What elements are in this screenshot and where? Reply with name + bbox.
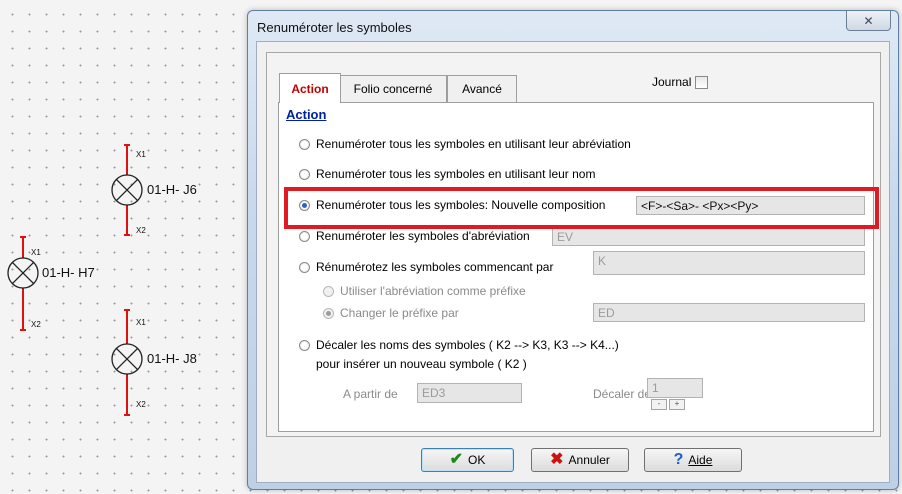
- dialog-title: Renuméroter les symboles: [257, 20, 412, 35]
- pin-label-x2: X2: [136, 400, 146, 409]
- shift-names-subtext: pour insérer un nouveau symbole ( K2 ): [316, 357, 527, 371]
- tab-avance-label: Avancé: [462, 82, 502, 96]
- suboption-label: Changer le préfixe par: [340, 306, 459, 320]
- symbol-label-h7: 01-H- H7: [41, 265, 96, 280]
- help-button-label: Aide: [688, 453, 713, 467]
- section-title-action: Action: [286, 107, 327, 122]
- radio-button[interactable]: [299, 230, 310, 242]
- pin-label-x2: X2: [136, 226, 146, 235]
- highlight-box: [284, 187, 879, 229]
- action-tab-page: Action Renuméroter tous les symboles en …: [278, 102, 874, 432]
- abbreviation-field[interactable]: EV: [552, 227, 865, 246]
- option-label: Décaler les noms des symboles ( K2 --> K…: [316, 338, 619, 352]
- pin-label-x1: X1: [31, 248, 41, 257]
- from-field[interactable]: ED3: [417, 383, 522, 403]
- option-renumber-abbrev-symbols[interactable]: Renuméroter les symboles d'abréviation: [299, 229, 530, 243]
- tab-folio-concerne[interactable]: Folio concerné: [339, 75, 447, 102]
- ok-button-label: OK: [468, 453, 486, 467]
- from-label: A partir de: [343, 387, 398, 401]
- radio-button[interactable]: [299, 138, 310, 150]
- option-label: Renuméroter tous les symboles en utilisa…: [316, 167, 596, 181]
- cancel-button[interactable]: ✖ Annuler: [531, 448, 629, 472]
- dialog-titlebar[interactable]: Renuméroter les symboles ✕: [248, 11, 898, 41]
- shift-label: Décaler de:: [593, 387, 655, 401]
- x-icon: ✖: [550, 451, 564, 468]
- suboption-label: Utiliser l'abréviation comme préfixe: [340, 284, 526, 298]
- pin-label-x1: X1: [136, 318, 146, 327]
- journal-label: Journal: [652, 75, 692, 89]
- option-shift-names[interactable]: Décaler les noms des symboles ( K2 --> K…: [299, 338, 619, 352]
- option-renumber-starting-with[interactable]: Rénumérotez les symboles commencant par: [299, 260, 553, 274]
- suboption-use-abbreviation[interactable]: Utiliser l'abréviation comme préfixe: [323, 284, 526, 298]
- shift-field[interactable]: 1: [647, 378, 703, 398]
- tab-action[interactable]: Action: [279, 73, 341, 103]
- journal-checkbox[interactable]: [695, 75, 709, 89]
- new-prefix-field[interactable]: ED: [593, 303, 865, 322]
- option-label: Renuméroter les symboles d'abréviation: [316, 229, 530, 243]
- radio-button[interactable]: [299, 339, 310, 351]
- symbol-label-j6: 01-H- J6: [146, 182, 198, 197]
- symbol-label-j8: 01-H- J8: [146, 351, 198, 366]
- option-renumber-abbreviation[interactable]: Renuméroter tous les symboles en utilisa…: [299, 137, 631, 151]
- close-button[interactable]: ✕: [846, 11, 891, 31]
- ok-button[interactable]: ✔ OK: [421, 448, 514, 472]
- shift-names-subtext-row: pour insérer un nouveau symbole ( K2 ): [316, 357, 527, 371]
- radio-button[interactable]: [299, 168, 310, 180]
- tab-folio-label: Folio concerné: [353, 82, 433, 96]
- prefix-field[interactable]: K: [593, 251, 865, 275]
- pin-label-x1: X1: [136, 150, 146, 159]
- shift-stepper: - +: [651, 399, 685, 410]
- journal-option[interactable]: Journal: [652, 75, 709, 89]
- dialog-client-area: Action Folio concerné Avancé Journal Act…: [256, 41, 890, 483]
- close-icon: ✕: [863, 13, 874, 28]
- check-icon: ✔: [449, 451, 464, 468]
- radio-button-disabled-selected[interactable]: [323, 307, 334, 319]
- option-label: Renuméroter tous les symboles en utilisa…: [316, 137, 631, 151]
- help-button[interactable]: ? Aide: [644, 448, 742, 472]
- pin-label-x2: X2: [31, 320, 41, 329]
- tab-action-label: Action: [291, 81, 329, 96]
- renumber-symbols-dialog: Renuméroter les symboles ✕ Action Folio …: [247, 10, 899, 490]
- schematic-symbols: [7, 144, 143, 416]
- increment-button[interactable]: +: [669, 399, 685, 410]
- tab-avance[interactable]: Avancé: [447, 75, 517, 102]
- option-renumber-name[interactable]: Renuméroter tous les symboles en utilisa…: [299, 167, 595, 181]
- help-icon: ?: [673, 451, 684, 468]
- cancel-button-label: Annuler: [568, 453, 610, 467]
- decrement-button[interactable]: -: [651, 399, 667, 410]
- radio-button-disabled[interactable]: [323, 285, 334, 297]
- suboption-change-prefix[interactable]: Changer le préfixe par: [323, 306, 459, 320]
- option-label: Rénumérotez les symboles commencant par: [316, 260, 554, 274]
- radio-button[interactable]: [299, 261, 310, 273]
